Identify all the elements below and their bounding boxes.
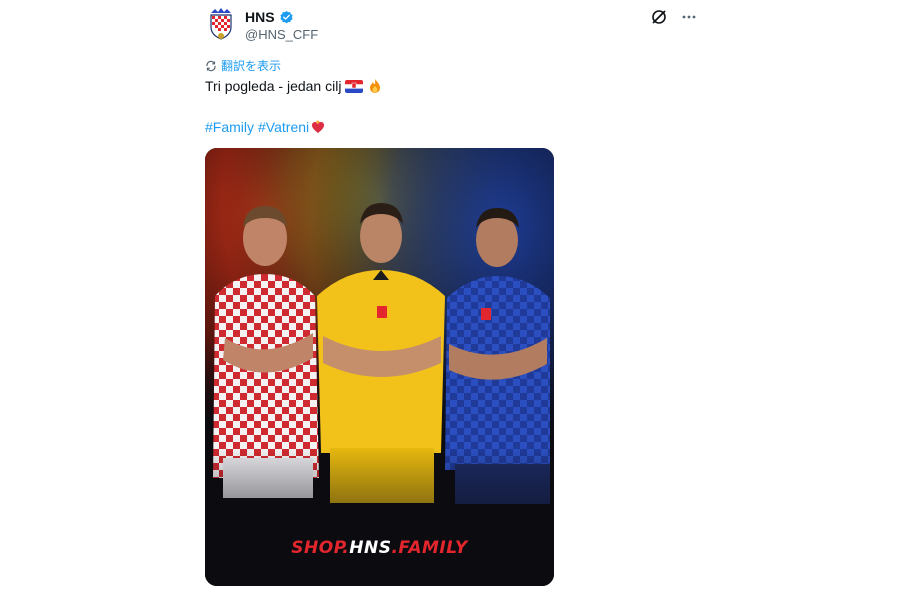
tweet-text: Tri pogleda - jedan cilj (205, 78, 383, 94)
hashtag-family[interactable]: #Family (205, 119, 254, 135)
author-handle[interactable]: @HNS_CFF (245, 27, 318, 42)
grok-icon (652, 10, 666, 24)
translate-label[interactable]: 翻訳を表示 (221, 57, 281, 74)
display-name[interactable]: HNS (245, 9, 275, 25)
hashtag-vatreni[interactable]: #Vatreni (258, 119, 309, 135)
translate-icon (206, 60, 216, 71)
author-name-row[interactable]: HNS (245, 9, 294, 25)
grok-button[interactable] (650, 8, 668, 26)
avatar[interactable] (205, 7, 237, 41)
more-button[interactable] (680, 8, 698, 26)
tweet: HNS @HNS_CFF 翻訳を表示 Tri pogleda - jedan c… (0, 0, 900, 600)
tweet-body: Tri pogleda - jedan cilj (205, 78, 342, 94)
more-dots-icon (682, 15, 696, 19)
players-photo (205, 148, 554, 586)
tweet-media-image[interactable]: SHOP.HNS.FAMILY (205, 148, 554, 586)
verified-badge-icon (279, 10, 293, 23)
shop-url-text: SHOP.HNS.FAMILY (291, 538, 468, 558)
heart-on-fire-icon (310, 119, 326, 135)
top-actions (650, 8, 698, 26)
fire-icon (367, 78, 383, 94)
translate-link[interactable]: 翻訳を表示 (205, 57, 281, 74)
croatia-flag-icon (345, 79, 364, 93)
hashtags: #Family #Vatreni (205, 119, 326, 135)
hns-crest-icon (210, 8, 232, 40)
